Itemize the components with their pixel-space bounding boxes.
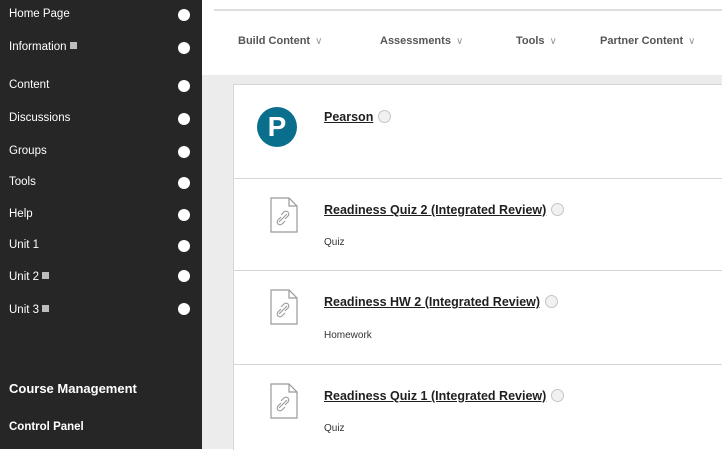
content-item-description: Homework: [324, 330, 372, 341]
sidebar-item-label: Unit 1: [9, 239, 40, 251]
options-chevron-icon[interactable]: [551, 203, 565, 217]
content-item-title-link[interactable]: Readiness Quiz 1 (Integrated Review): [324, 389, 565, 403]
options-chevron-icon[interactable]: [551, 389, 565, 403]
content-item-description: Quiz: [324, 237, 345, 248]
content-item-pearson: P Pearson: [233, 84, 722, 179]
build-content-label: Build Content: [238, 35, 311, 47]
content-item-readiness-quiz-2: Readiness Quiz 2 (Integrated Review) Qui…: [233, 178, 722, 271]
sidebar-item-home-page[interactable]: Home Page: [0, 0, 202, 32]
sidebar-item-content[interactable]: Content: [0, 70, 202, 102]
sidebar-item-information[interactable]: Information: [0, 32, 202, 64]
chevron-down-icon: ∨: [455, 36, 464, 47]
sidebar-item-label: Unit 2: [9, 271, 40, 283]
sidebar-item-label: Tools: [9, 176, 36, 188]
content-item-description: Quiz: [324, 423, 345, 434]
chevron-down-icon: ∨: [688, 36, 696, 47]
sidebar-item-label: Help: [9, 208, 33, 220]
course-menu-sidebar: Home Page Information Content Discussion…: [0, 0, 202, 449]
partner-content-label: Partner Content: [600, 35, 684, 47]
tools-menu[interactable]: Tools ∨: [516, 35, 557, 47]
hidden-from-students-icon: [42, 272, 50, 280]
toolbar-divider: [214, 9, 722, 11]
item-options-icon[interactable]: [178, 9, 190, 21]
item-options-icon[interactable]: [178, 177, 190, 189]
item-options-icon[interactable]: [178, 270, 190, 282]
sidebar-item-unit-1[interactable]: Unit 1: [0, 230, 202, 262]
options-chevron-icon[interactable]: [545, 295, 559, 309]
item-options-icon[interactable]: [178, 209, 190, 221]
chevron-down-icon: ∨: [549, 36, 557, 47]
content-item-title-link[interactable]: Readiness Quiz 2 (Integrated Review): [324, 203, 565, 217]
sidebar-item-label: Unit 3: [9, 304, 40, 316]
item-options-icon[interactable]: [178, 240, 190, 252]
sidebar-item-label: Discussions: [9, 112, 71, 124]
sidebar-item-unit-2[interactable]: Unit 2: [0, 262, 202, 294]
sidebar-item-label: Content: [9, 79, 50, 91]
pearson-logo-icon: P: [257, 107, 297, 147]
course-management-heading: Course Management: [9, 381, 137, 396]
item-options-icon[interactable]: [178, 42, 190, 54]
tools-label: Tools: [516, 35, 545, 47]
file-link-icon: [270, 289, 298, 325]
sidebar-item-discussions[interactable]: Discussions: [0, 103, 202, 135]
assessments-label: Assessments: [380, 35, 451, 47]
file-link-icon: [270, 383, 298, 419]
item-options-icon[interactable]: [178, 146, 190, 158]
sidebar-item-label: Groups: [9, 145, 47, 157]
chevron-down-icon: ∨: [315, 36, 323, 47]
item-options-icon[interactable]: [178, 303, 190, 315]
content-item-readiness-hw-2: Readiness HW 2 (Integrated Review) Homew…: [233, 270, 722, 365]
partner-content-menu[interactable]: Partner Content ∨: [600, 35, 695, 47]
options-chevron-icon[interactable]: [378, 110, 392, 124]
file-link-icon: [270, 197, 298, 233]
item-options-icon[interactable]: [178, 80, 190, 92]
sidebar-item-label: Home Page: [9, 8, 70, 20]
sidebar-item-label: Information: [9, 41, 67, 53]
hidden-from-students-icon: [69, 42, 77, 50]
control-panel-link[interactable]: Control Panel: [9, 421, 84, 433]
assessments-menu[interactable]: Assessments ∨: [380, 35, 463, 47]
build-content-menu[interactable]: Build Content ∨: [238, 35, 322, 47]
sidebar-item-unit-3[interactable]: Unit 3: [0, 295, 202, 327]
content-item-title-link[interactable]: Readiness HW 2 (Integrated Review): [324, 295, 559, 309]
content-item-readiness-quiz-1: Readiness Quiz 1 (Integrated Review) Qui…: [233, 364, 722, 450]
action-bar: Build Content ∨ Assessments ∨ Tools ∨ Partn…: [202, 0, 722, 75]
item-options-icon[interactable]: [178, 113, 190, 125]
content-item-title-link[interactable]: Pearson: [324, 110, 392, 124]
sidebar-item-groups[interactable]: Groups: [0, 136, 202, 168]
hidden-from-students-icon: [42, 305, 50, 313]
sidebar-item-help[interactable]: Help: [0, 199, 202, 231]
sidebar-item-tools[interactable]: Tools: [0, 167, 202, 199]
